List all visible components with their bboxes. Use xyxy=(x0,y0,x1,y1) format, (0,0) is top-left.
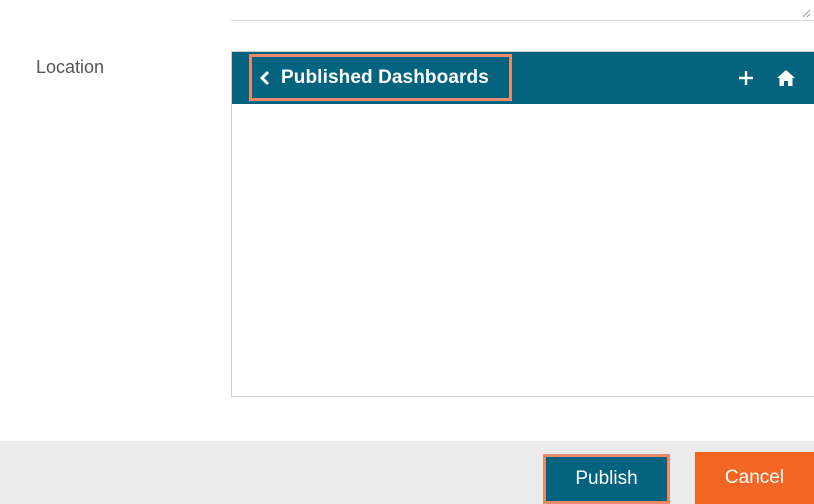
location-label: Location xyxy=(36,57,105,77)
breadcrumb-back-button[interactable]: Published Dashboards xyxy=(249,54,512,101)
description-textarea[interactable] xyxy=(231,0,814,21)
plus-icon xyxy=(739,71,753,85)
cancel-button[interactable]: Cancel xyxy=(695,452,814,504)
home-icon xyxy=(777,70,795,86)
dialog-footer xyxy=(0,441,814,504)
location-browser: Published Dashboards xyxy=(231,51,814,397)
add-folder-button[interactable] xyxy=(734,66,758,90)
chevron-left-icon xyxy=(259,70,271,86)
home-button[interactable] xyxy=(774,66,798,90)
breadcrumb-label: Published Dashboards xyxy=(281,66,489,88)
publish-button[interactable]: Publish xyxy=(543,454,670,504)
location-header: Published Dashboards xyxy=(232,52,814,104)
resize-grip-icon[interactable] xyxy=(802,9,811,18)
